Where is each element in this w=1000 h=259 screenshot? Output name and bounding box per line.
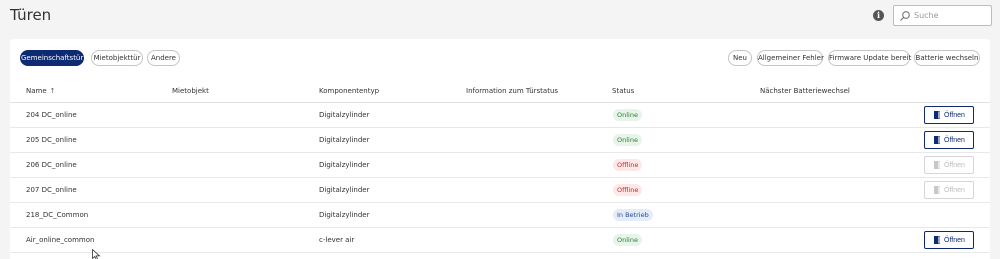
door-icon [934, 186, 940, 194]
cell-name: 205 DC_online [26, 136, 77, 144]
column-header-name[interactable]: Name ↑ [26, 87, 56, 95]
column-header-status[interactable]: Status [612, 87, 634, 95]
filter-gemeinschaftstuer[interactable]: Gemeinschaftstür [20, 50, 84, 66]
status-badge: Online [613, 134, 642, 146]
column-header-komponententyp[interactable]: Komponententyp [319, 87, 379, 95]
table-row[interactable]: 205 DC_online Digitalzylinder Online Öff… [10, 128, 990, 153]
table-header: Name ↑ Mietobjekt Komponententyp Informat… [10, 80, 990, 103]
cell-komponententyp: c-lever air [319, 236, 355, 244]
filter-firmware-update[interactable]: Firmware Update bereit [828, 50, 911, 66]
sort-ascending-icon[interactable]: ↑ [50, 87, 56, 95]
filter-neu[interactable]: Neu [728, 50, 752, 66]
cell-name: Air_online_common [26, 236, 95, 244]
mouse-cursor-icon [92, 249, 101, 259]
cell-komponententyp: Digitalzylinder [319, 111, 370, 119]
top-bar: Türen i [0, 0, 1000, 36]
open-door-label: Öffnen [944, 162, 965, 169]
cell-komponententyp: Digitalzylinder [319, 211, 370, 219]
column-header-tuerstatus-info[interactable]: Information zum Türstatus [466, 87, 558, 95]
search-input[interactable] [914, 8, 988, 23]
open-door-button[interactable]: Öffnen [924, 106, 974, 124]
cell-name: 204 DC_online [26, 111, 77, 119]
table-row[interactable]: 218_DC_Common Digitalzylinder In Betrieb [10, 203, 990, 228]
open-door-label: Öffnen [944, 187, 965, 194]
filter-andere[interactable]: Andere [147, 50, 180, 66]
status-badge: Online [613, 109, 642, 121]
open-door-label: Öffnen [944, 112, 965, 119]
open-door-label: Öffnen [944, 237, 965, 244]
door-icon [934, 236, 940, 244]
table-row[interactable]: 207 DC_online Digitalzylinder Offline Öf… [10, 178, 990, 203]
door-icon [934, 161, 940, 169]
cell-name: 206 DC_online [26, 161, 77, 169]
cell-name: 218_DC_Common [26, 211, 89, 219]
open-door-label: Öffnen [944, 137, 965, 144]
door-icon [934, 136, 940, 144]
status-badge: Online [613, 234, 642, 246]
column-header-batteriewechsel[interactable]: Nächster Batteriewechsel [760, 87, 850, 95]
filter-mietobjekttuer[interactable]: Mietobjekttür [91, 50, 143, 66]
search-box[interactable] [893, 5, 992, 26]
filter-batterie-wechseln[interactable]: Batterie wechseln [914, 50, 980, 66]
doors-card: Gemeinschaftstür Mietobjekttür Andere Ne… [10, 39, 990, 259]
column-header-mietobjekt[interactable]: Mietobjekt [172, 87, 209, 95]
info-icon[interactable]: i [873, 10, 884, 21]
status-badge: Offline [613, 159, 643, 171]
table-row[interactable]: 206 DC_online Digitalzylinder Offline Öf… [10, 153, 990, 178]
status-badge: Offline [613, 184, 643, 196]
cell-komponententyp: Digitalzylinder [319, 161, 370, 169]
column-header-label: Name [26, 87, 47, 95]
open-door-button-disabled: Öffnen [924, 181, 974, 199]
cell-komponententyp: Digitalzylinder [319, 136, 370, 144]
open-door-button-disabled: Öffnen [924, 156, 974, 174]
open-door-button[interactable]: Öffnen [924, 231, 974, 249]
open-door-button[interactable]: Öffnen [924, 131, 974, 149]
page-title: Türen [10, 6, 52, 24]
status-badge: In Betrieb [613, 209, 653, 221]
cell-komponententyp: Digitalzylinder [319, 186, 370, 194]
filter-allgemeiner-fehler[interactable]: Allgemeiner Fehler [757, 50, 824, 66]
cell-name: 207 DC_online [26, 186, 77, 194]
search-icon [900, 11, 910, 21]
table-row[interactable]: 204 DC_online Digitalzylinder Online Öff… [10, 103, 990, 128]
door-icon [934, 111, 940, 119]
table-row[interactable]: Air_online_common c-lever air Online Öff… [10, 228, 990, 253]
